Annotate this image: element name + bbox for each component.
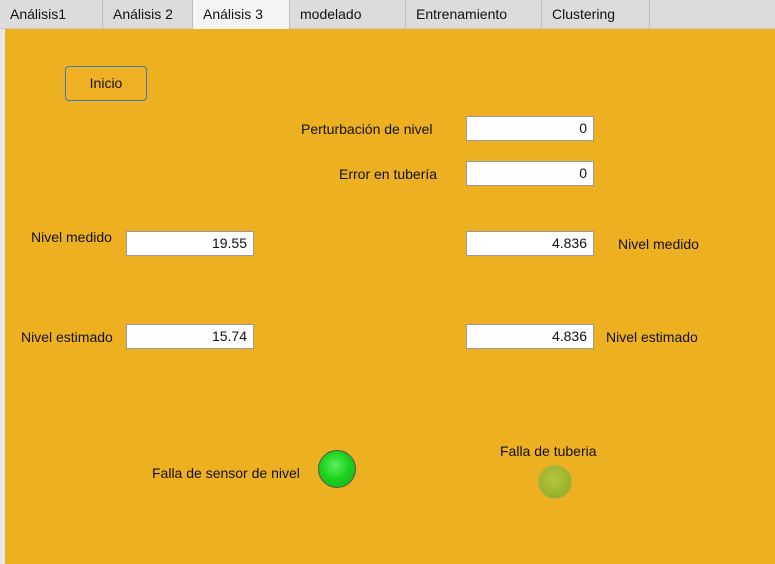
left-nivel-medido-field: 19.55 bbox=[126, 231, 254, 256]
right-nivel-medido-field: 4.836 bbox=[466, 231, 594, 256]
tab-analisis-2[interactable]: Análisis 2 bbox=[103, 0, 193, 28]
tab-entrenamiento[interactable]: Entrenamiento bbox=[406, 0, 542, 28]
tab-analisis1[interactable]: Análisis1 bbox=[0, 0, 103, 28]
right-nivel-estimado-label: Nivel estimado bbox=[606, 329, 698, 345]
sensor-fault-lamp bbox=[318, 450, 356, 488]
left-nivel-estimado-field: 15.74 bbox=[126, 324, 254, 349]
right-nivel-estimado-field: 4.836 bbox=[466, 324, 594, 349]
tuberia-fault-label: Falla de tuberia bbox=[500, 443, 597, 459]
perturbacion-label: Perturbación de nivel bbox=[301, 121, 433, 137]
tuberia-fault-lamp bbox=[538, 465, 572, 499]
right-nivel-medido-label: Nivel medido bbox=[618, 236, 699, 252]
error-tuberia-input[interactable]: 0 bbox=[466, 161, 594, 186]
perturbacion-input[interactable]: 0 bbox=[466, 116, 594, 141]
tab-bar: Análisis1 Análisis 2 Análisis 3 modelado… bbox=[0, 0, 775, 29]
tab-modelado[interactable]: modelado bbox=[290, 0, 406, 28]
tab-clustering[interactable]: Clustering bbox=[542, 0, 650, 28]
left-nivel-medido-label: Nivel medido bbox=[31, 229, 112, 245]
tab-analisis-3[interactable]: Análisis 3 bbox=[193, 0, 290, 29]
left-nivel-estimado-label: Nivel estimado bbox=[21, 329, 113, 345]
analysis-panel bbox=[5, 29, 775, 564]
inicio-button[interactable]: Inicio bbox=[65, 66, 147, 101]
sensor-fault-label: Falla de sensor de nivel bbox=[152, 465, 300, 481]
error-tuberia-label: Error en tubería bbox=[339, 166, 438, 182]
